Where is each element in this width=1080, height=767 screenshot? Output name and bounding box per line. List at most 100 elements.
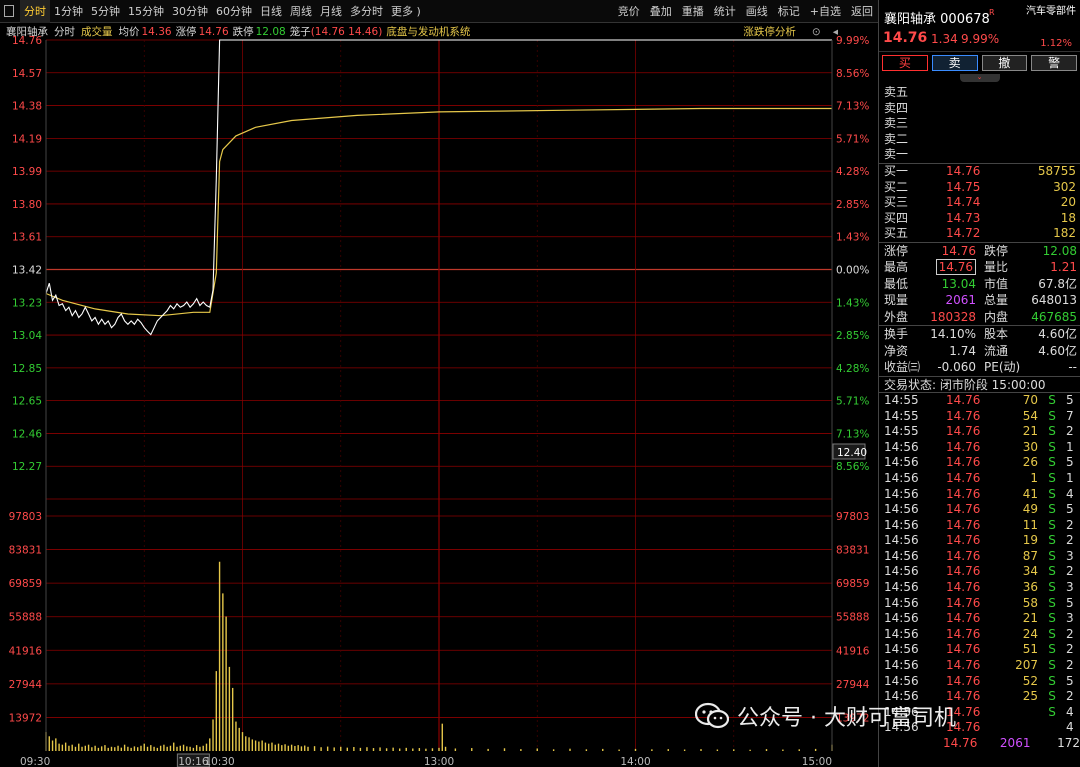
- buy-button[interactable]: 买: [882, 55, 928, 71]
- ask-row[interactable]: 卖三: [879, 116, 1080, 132]
- price-tick-label: 13.61: [12, 232, 42, 244]
- tick-volume: 11: [1022, 517, 1038, 532]
- tab-1[interactable]: 1分钟: [50, 0, 87, 23]
- cancel-order-button[interactable]: 撤: [981, 55, 1028, 71]
- stat-value: 1.74: [949, 343, 976, 358]
- tab-2[interactable]: 5分钟: [87, 0, 124, 23]
- price-tick-label: 13.80: [12, 199, 42, 211]
- price-tick-label: 12.65: [12, 396, 42, 408]
- tool-5[interactable]: 标记: [773, 0, 805, 23]
- tick-count: 2: [1066, 642, 1074, 657]
- tick-price: 14.76: [946, 392, 981, 407]
- tool-6[interactable]: +自选: [805, 0, 846, 23]
- chevron-down-icon[interactable]: ⌄: [959, 74, 1000, 82]
- stat-value: 467685: [1031, 309, 1077, 324]
- tick-side: S: [1048, 673, 1056, 688]
- tick-side: S: [1048, 439, 1056, 454]
- tab-8[interactable]: 月线: [316, 0, 346, 23]
- tab-4[interactable]: 30分钟: [168, 0, 212, 23]
- period-toolbar: 分时 1分钟 5分钟 15分钟 30分钟 60分钟 日线 周线 月线 多分时 更多 ) 竞价 叠加 重播…: [0, 0, 878, 23]
- tick-count: 172: [1057, 736, 1080, 750]
- ask-row[interactable]: 卖四: [879, 101, 1080, 117]
- tick-side: S: [1048, 611, 1056, 626]
- bid-volume: 20: [1060, 195, 1076, 210]
- stat-value: 648013: [1031, 293, 1077, 308]
- stat-row: 涨停 14.76 跌停 12.08: [879, 243, 1080, 260]
- tab-0[interactable]: 分时: [20, 0, 50, 23]
- stock-header: 襄阳轴承 000678 R 14.76 1.34 9.99% 汽车零部件 1.1…: [879, 0, 1080, 52]
- bid-row[interactable]: 买四 14.73 18: [879, 211, 1080, 227]
- tick-count: 2: [1066, 689, 1074, 704]
- stat-value: 4.60亿: [1038, 343, 1077, 358]
- tick-row: 14:56 14.76 52 S 5: [879, 674, 1080, 690]
- tick-row: 14:56 14.76 21 S 3: [879, 611, 1080, 627]
- ask-row[interactable]: 卖一: [879, 147, 1080, 163]
- stat-value: 2061: [945, 293, 976, 308]
- tool-2[interactable]: 重播: [677, 0, 709, 23]
- price-tick-label: 14.57: [12, 68, 42, 80]
- wechat-icon: [695, 702, 729, 729]
- bid-row[interactable]: 买二 14.75 302: [879, 180, 1080, 196]
- bid-row[interactable]: 买五 14.72 182: [879, 226, 1080, 242]
- tick-volume: 2061: [999, 736, 1031, 750]
- price-tick-label: 13.42: [12, 265, 42, 277]
- stock-name: 襄阳轴承: [884, 12, 937, 27]
- ask-row[interactable]: 卖二: [879, 132, 1080, 148]
- tool-0[interactable]: 竞价: [613, 0, 645, 23]
- tick-count: 2: [1066, 517, 1074, 532]
- tick-volume: 25: [1022, 689, 1038, 704]
- tool-4[interactable]: 画线: [741, 0, 773, 23]
- ask-row[interactable]: 卖五: [879, 85, 1080, 101]
- tab-9[interactable]: 多分时: [346, 0, 387, 23]
- tab-6[interactable]: 日线: [256, 0, 286, 23]
- bid-price: 14.74: [946, 195, 981, 210]
- tick-row: 14:56 14.76 1 S 1: [879, 471, 1080, 487]
- stat-value: 1.21: [1050, 260, 1077, 275]
- time-tick-label: 14:00: [620, 756, 650, 767]
- tick-count: 5: [1066, 673, 1074, 688]
- tick-side: S: [1048, 486, 1056, 501]
- pct-tick-label: 2.85%: [836, 199, 869, 211]
- tick-count: 2: [1066, 658, 1074, 673]
- quote-panel: 襄阳轴承 000678 R 14.76 1.34 9.99% 汽车零部件 1.1…: [878, 0, 1080, 767]
- tick-count: 4: [1066, 486, 1074, 501]
- alert-button[interactable]: 警: [1031, 55, 1077, 71]
- tab-7[interactable]: 周线: [286, 0, 316, 23]
- tick-side: S: [1048, 626, 1056, 641]
- intraday-chart[interactable]: 襄阳轴承 分时 成交量 均价 14.36 涨停 14.76 跌停 12.08 笼…: [0, 23, 878, 767]
- tick-volume: 1: [1030, 470, 1038, 485]
- bid-label: 买三: [884, 195, 909, 210]
- tick-row: 14:56 14.76 24 S 2: [879, 627, 1080, 643]
- stat-key: 市值: [984, 276, 1009, 291]
- bid-volume: 182: [1053, 226, 1076, 241]
- price-tick-label: 13.23: [12, 297, 42, 309]
- stock-price: 14.76: [883, 30, 928, 46]
- tick-price: 14.76: [946, 502, 981, 517]
- tab-5[interactable]: 60分钟: [212, 0, 256, 23]
- chart-canvas[interactable]: 14.76 9.99% 14.57 8.56% 14.38 7.13% 14.19 5.71%…: [0, 23, 878, 767]
- tick-time: 14:56: [884, 455, 919, 470]
- time-tick-label: 15:00: [802, 756, 832, 767]
- stat-value: 14.76: [941, 243, 976, 258]
- bid-row[interactable]: 买三 14.74 20: [879, 195, 1080, 211]
- stock-title: 襄阳轴承 000678: [884, 8, 990, 27]
- tick-list[interactable]: 14:55 14.76 70 S 5 14:55 14.76 54 S 7 14:55 14.76 21…: [879, 393, 1080, 752]
- tool-1[interactable]: 叠加: [645, 0, 677, 23]
- window-icon[interactable]: [4, 5, 14, 17]
- price-tick-label: 14.19: [12, 133, 42, 145]
- tab-10[interactable]: 更多 ): [387, 0, 425, 23]
- tool-7[interactable]: 返回: [846, 0, 878, 23]
- tab-3[interactable]: 15分钟: [124, 0, 168, 23]
- bid-row[interactable]: 买一 14.76 58755: [879, 164, 1080, 180]
- trade-buttons: 买 卖 撤 警: [879, 52, 1080, 74]
- sector-name[interactable]: 汽车零部件: [1026, 6, 1076, 18]
- tick-count: 3: [1066, 548, 1074, 563]
- tick-price: 14.76: [946, 595, 981, 610]
- volume-tick-label: 83831: [9, 545, 42, 557]
- stats-block-1: 涨停 14.76 跌停 12.08 最高 14.76 量比 1.21 最低 13.04 市值 67.8…: [879, 243, 1080, 326]
- tool-3[interactable]: 统计: [709, 0, 741, 23]
- stat-key: 内盘: [984, 309, 1009, 324]
- sell-button[interactable]: 卖: [931, 55, 978, 71]
- tick-price: 14.76: [946, 611, 981, 626]
- price-tick-label: 12.85: [12, 363, 42, 375]
